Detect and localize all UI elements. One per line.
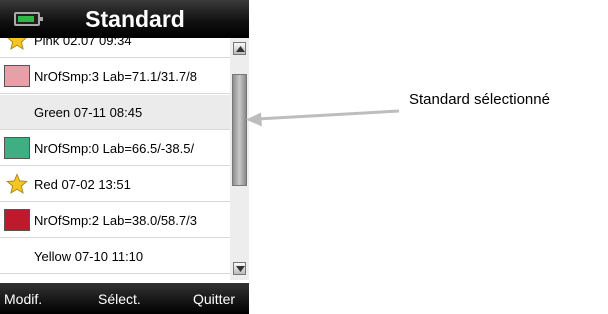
callout-label: Standard sélectionné bbox=[409, 91, 550, 108]
list-item-label: Green 07-11 08:45 bbox=[34, 104, 143, 120]
scrollbar[interactable] bbox=[230, 38, 249, 280]
list-item[interactable]: Red 07-02 13:51 bbox=[0, 167, 230, 202]
list-item[interactable]: NrOfSmp:2 Lab=38.0/58.7/3 bbox=[0, 203, 230, 238]
softkey-bar: Modif. Sélect. Quitter bbox=[0, 283, 249, 314]
device-screen: Standard Pink 02.07 09:34 NrOfSmp:3 Lab=… bbox=[0, 0, 249, 314]
scrollbar-thumb[interactable] bbox=[232, 74, 247, 186]
list-item-label: NrOfSmp:2 Lab=38.0/58.7/3 bbox=[34, 212, 197, 228]
list-item-label: NrOfSmp:0 Lab=66.5/-38.5/ bbox=[34, 140, 195, 156]
selected-list-item[interactable]: Green 07-11 08:45 bbox=[0, 95, 230, 130]
list-item[interactable]: Pink 02.07 09:34 bbox=[0, 38, 230, 58]
list-item-label: Yellow 07-10 11:10 bbox=[34, 248, 144, 264]
list-item-label: Red 07-02 13:51 bbox=[34, 176, 131, 192]
list-item-label: Pink 02.07 09:34 bbox=[34, 38, 132, 48]
standards-list[interactable]: Pink 02.07 09:34 NrOfSmp:3 Lab=71.1/31.7… bbox=[0, 38, 230, 280]
battery-icon bbox=[14, 12, 43, 26]
quit-softkey[interactable]: Quitter bbox=[193, 291, 235, 307]
color-swatch bbox=[4, 137, 30, 159]
color-swatch bbox=[4, 209, 30, 231]
scroll-up-button[interactable] bbox=[233, 42, 246, 55]
list-item[interactable]: NrOfSmp:3 Lab=71.1/31.7/8 bbox=[0, 59, 230, 94]
list-item[interactable]: Yellow 07-10 11:10 bbox=[0, 239, 230, 274]
list-item[interactable]: NrOfSmp:0 Lab=66.5/-38.5/ bbox=[0, 131, 230, 166]
star-icon bbox=[0, 38, 34, 57]
title-bar: Standard bbox=[0, 0, 249, 38]
star-icon bbox=[0, 167, 34, 201]
color-swatch bbox=[4, 65, 30, 87]
list-item-label: NrOfSmp:3 Lab=71.1/31.7/8 bbox=[34, 68, 197, 84]
callout-arrow bbox=[246, 109, 400, 127]
modify-softkey[interactable]: Modif. bbox=[4, 291, 42, 307]
screen-title: Standard bbox=[85, 6, 185, 32]
select-softkey[interactable]: Sélect. bbox=[98, 291, 141, 307]
scroll-down-button[interactable] bbox=[233, 262, 246, 275]
